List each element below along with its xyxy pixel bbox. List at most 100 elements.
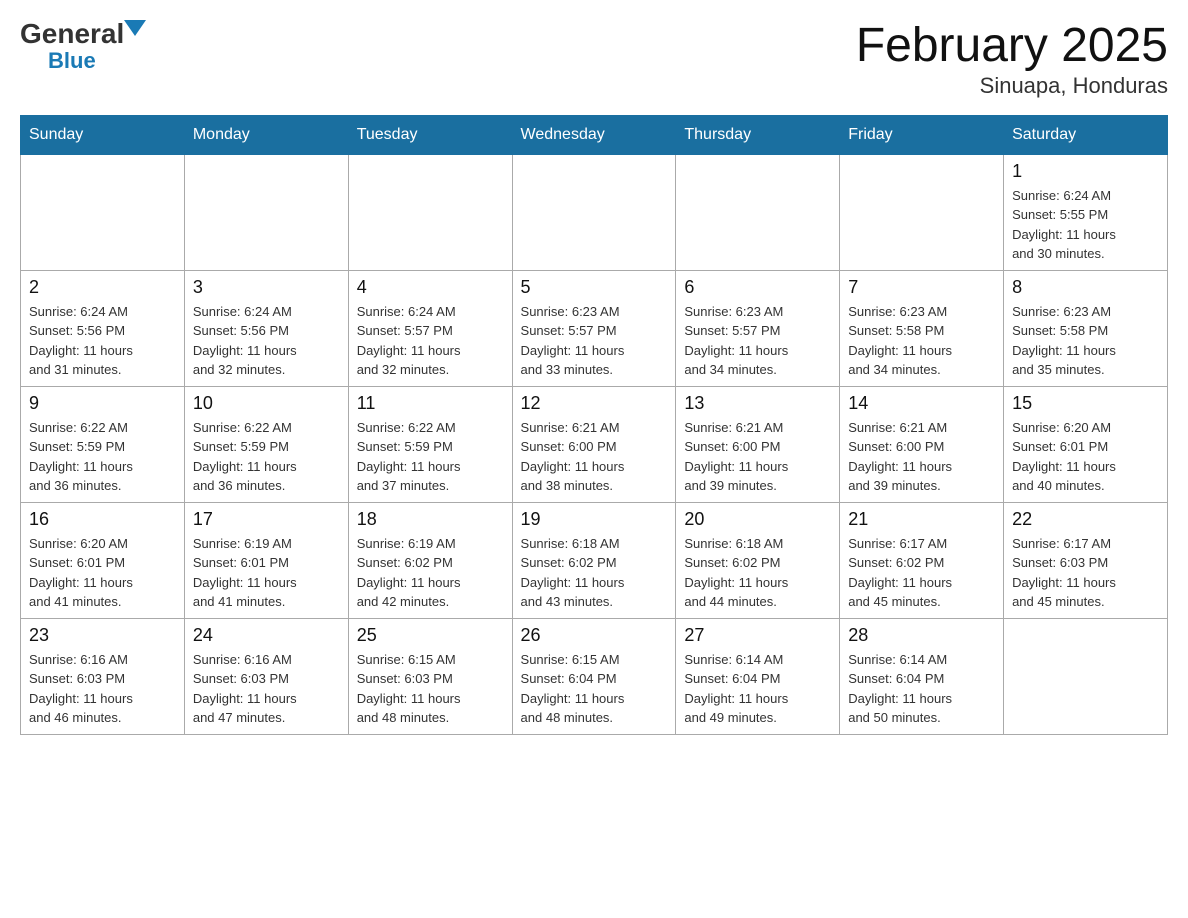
day-info: Sunrise: 6:23 AM Sunset: 5:57 PM Dayligh… (521, 302, 668, 380)
day-number: 5 (521, 277, 668, 298)
week-row-1: 1 Sunrise: 6:24 AM Sunset: 5:55 PM Daylig… (21, 154, 1168, 270)
logo-blue-text: Blue (48, 48, 96, 74)
day-number: 9 (29, 393, 176, 414)
calendar-cell: 5 Sunrise: 6:23 AM Sunset: 5:57 PM Daylig… (512, 270, 676, 386)
day-number: 18 (357, 509, 504, 530)
header-friday: Friday (840, 115, 1004, 154)
day-info: Sunrise: 6:19 AM Sunset: 6:02 PM Dayligh… (357, 534, 504, 612)
header-sunday: Sunday (21, 115, 185, 154)
day-info: Sunrise: 6:23 AM Sunset: 5:58 PM Dayligh… (1012, 302, 1159, 380)
day-number: 13 (684, 393, 831, 414)
calendar-cell: 25 Sunrise: 6:15 AM Sunset: 6:03 PM Dayli… (348, 618, 512, 734)
day-info: Sunrise: 6:18 AM Sunset: 6:02 PM Dayligh… (684, 534, 831, 612)
day-info: Sunrise: 6:15 AM Sunset: 6:03 PM Dayligh… (357, 650, 504, 728)
day-number: 28 (848, 625, 995, 646)
calendar-cell: 19 Sunrise: 6:18 AM Sunset: 6:02 PM Dayli… (512, 502, 676, 618)
calendar-cell: 11 Sunrise: 6:22 AM Sunset: 5:59 PM Dayli… (348, 386, 512, 502)
calendar-cell: 28 Sunrise: 6:14 AM Sunset: 6:04 PM Dayli… (840, 618, 1004, 734)
calendar-cell: 26 Sunrise: 6:15 AM Sunset: 6:04 PM Dayli… (512, 618, 676, 734)
day-info: Sunrise: 6:14 AM Sunset: 6:04 PM Dayligh… (684, 650, 831, 728)
day-number: 24 (193, 625, 340, 646)
calendar-title: February 2025 (856, 20, 1168, 73)
day-info: Sunrise: 6:24 AM Sunset: 5:57 PM Dayligh… (357, 302, 504, 380)
day-info: Sunrise: 6:21 AM Sunset: 6:00 PM Dayligh… (848, 418, 995, 496)
header-monday: Monday (184, 115, 348, 154)
day-number: 3 (193, 277, 340, 298)
day-number: 16 (29, 509, 176, 530)
day-number: 22 (1012, 509, 1159, 530)
calendar-cell (676, 154, 840, 270)
calendar-cell: 1 Sunrise: 6:24 AM Sunset: 5:55 PM Daylig… (1004, 154, 1168, 270)
header-tuesday: Tuesday (348, 115, 512, 154)
day-info: Sunrise: 6:21 AM Sunset: 6:00 PM Dayligh… (684, 418, 831, 496)
day-number: 4 (357, 277, 504, 298)
day-number: 11 (357, 393, 504, 414)
day-info: Sunrise: 6:22 AM Sunset: 5:59 PM Dayligh… (29, 418, 176, 496)
calendar-cell: 21 Sunrise: 6:17 AM Sunset: 6:02 PM Dayli… (840, 502, 1004, 618)
header-wednesday: Wednesday (512, 115, 676, 154)
calendar-cell (840, 154, 1004, 270)
calendar-cell: 9 Sunrise: 6:22 AM Sunset: 5:59 PM Daylig… (21, 386, 185, 502)
week-row-5: 23 Sunrise: 6:16 AM Sunset: 6:03 PM Dayli… (21, 618, 1168, 734)
calendar-cell: 15 Sunrise: 6:20 AM Sunset: 6:01 PM Dayli… (1004, 386, 1168, 502)
logo: General Blue (20, 20, 146, 74)
day-number: 2 (29, 277, 176, 298)
day-info: Sunrise: 6:24 AM Sunset: 5:56 PM Dayligh… (193, 302, 340, 380)
calendar-table: SundayMondayTuesdayWednesdayThursdayFrid… (20, 115, 1168, 735)
logo-triangle-icon (124, 20, 146, 36)
day-info: Sunrise: 6:15 AM Sunset: 6:04 PM Dayligh… (521, 650, 668, 728)
calendar-cell: 22 Sunrise: 6:17 AM Sunset: 6:03 PM Dayli… (1004, 502, 1168, 618)
calendar-cell: 20 Sunrise: 6:18 AM Sunset: 6:02 PM Dayli… (676, 502, 840, 618)
calendar-header-row: SundayMondayTuesdayWednesdayThursdayFrid… (21, 115, 1168, 154)
day-info: Sunrise: 6:17 AM Sunset: 6:03 PM Dayligh… (1012, 534, 1159, 612)
calendar-cell: 4 Sunrise: 6:24 AM Sunset: 5:57 PM Daylig… (348, 270, 512, 386)
calendar-cell: 2 Sunrise: 6:24 AM Sunset: 5:56 PM Daylig… (21, 270, 185, 386)
calendar-cell: 27 Sunrise: 6:14 AM Sunset: 6:04 PM Dayli… (676, 618, 840, 734)
calendar-cell (184, 154, 348, 270)
calendar-subtitle: Sinuapa, Honduras (856, 73, 1168, 99)
calendar-cell (348, 154, 512, 270)
day-info: Sunrise: 6:17 AM Sunset: 6:02 PM Dayligh… (848, 534, 995, 612)
logo-general-text: General (20, 20, 124, 48)
day-info: Sunrise: 6:16 AM Sunset: 6:03 PM Dayligh… (29, 650, 176, 728)
page-header: General Blue February 2025 Sinuapa, Hond… (20, 20, 1168, 99)
day-number: 15 (1012, 393, 1159, 414)
day-info: Sunrise: 6:24 AM Sunset: 5:55 PM Dayligh… (1012, 186, 1159, 264)
day-number: 27 (684, 625, 831, 646)
calendar-cell: 23 Sunrise: 6:16 AM Sunset: 6:03 PM Dayli… (21, 618, 185, 734)
calendar-cell (1004, 618, 1168, 734)
week-row-4: 16Sunrise: 6:20 AM Sunset: 6:01 PM Dayli… (21, 502, 1168, 618)
calendar-cell: 13 Sunrise: 6:21 AM Sunset: 6:00 PM Dayli… (676, 386, 840, 502)
day-info: Sunrise: 6:22 AM Sunset: 5:59 PM Dayligh… (357, 418, 504, 496)
calendar-cell: 12 Sunrise: 6:21 AM Sunset: 6:00 PM Dayli… (512, 386, 676, 502)
week-row-2: 2 Sunrise: 6:24 AM Sunset: 5:56 PM Daylig… (21, 270, 1168, 386)
day-number: 14 (848, 393, 995, 414)
day-number: 12 (521, 393, 668, 414)
day-number: 10 (193, 393, 340, 414)
header-saturday: Saturday (1004, 115, 1168, 154)
day-number: 20 (684, 509, 831, 530)
day-info: Sunrise: 6:24 AM Sunset: 5:56 PM Dayligh… (29, 302, 176, 380)
calendar-cell: 3 Sunrise: 6:24 AM Sunset: 5:56 PM Daylig… (184, 270, 348, 386)
day-info: Sunrise: 6:21 AM Sunset: 6:00 PM Dayligh… (521, 418, 668, 496)
day-info: Sunrise: 6:16 AM Sunset: 6:03 PM Dayligh… (193, 650, 340, 728)
day-info: Sunrise: 6:23 AM Sunset: 5:57 PM Dayligh… (684, 302, 831, 380)
day-number: 21 (848, 509, 995, 530)
day-info: Sunrise: 6:18 AM Sunset: 6:02 PM Dayligh… (521, 534, 668, 612)
calendar-cell: 18 Sunrise: 6:19 AM Sunset: 6:02 PM Dayli… (348, 502, 512, 618)
day-info: Sunrise: 6:20 AM Sunset: 6:01 PM Dayligh… (1012, 418, 1159, 496)
day-info: Sunrise: 6:14 AM Sunset: 6:04 PM Dayligh… (848, 650, 995, 728)
day-number: 25 (357, 625, 504, 646)
day-number: 6 (684, 277, 831, 298)
day-info: Sunrise: 6:23 AM Sunset: 5:58 PM Dayligh… (848, 302, 995, 380)
day-number: 8 (1012, 277, 1159, 298)
day-number: 19 (521, 509, 668, 530)
day-number: 17 (193, 509, 340, 530)
day-number: 1 (1012, 161, 1159, 182)
day-number: 26 (521, 625, 668, 646)
day-info: Sunrise: 6:22 AM Sunset: 5:59 PM Dayligh… (193, 418, 340, 496)
calendar-cell (512, 154, 676, 270)
calendar-cell: 24 Sunrise: 6:16 AM Sunset: 6:03 PM Dayli… (184, 618, 348, 734)
day-number: 23 (29, 625, 176, 646)
week-row-3: 9 Sunrise: 6:22 AM Sunset: 5:59 PM Daylig… (21, 386, 1168, 502)
